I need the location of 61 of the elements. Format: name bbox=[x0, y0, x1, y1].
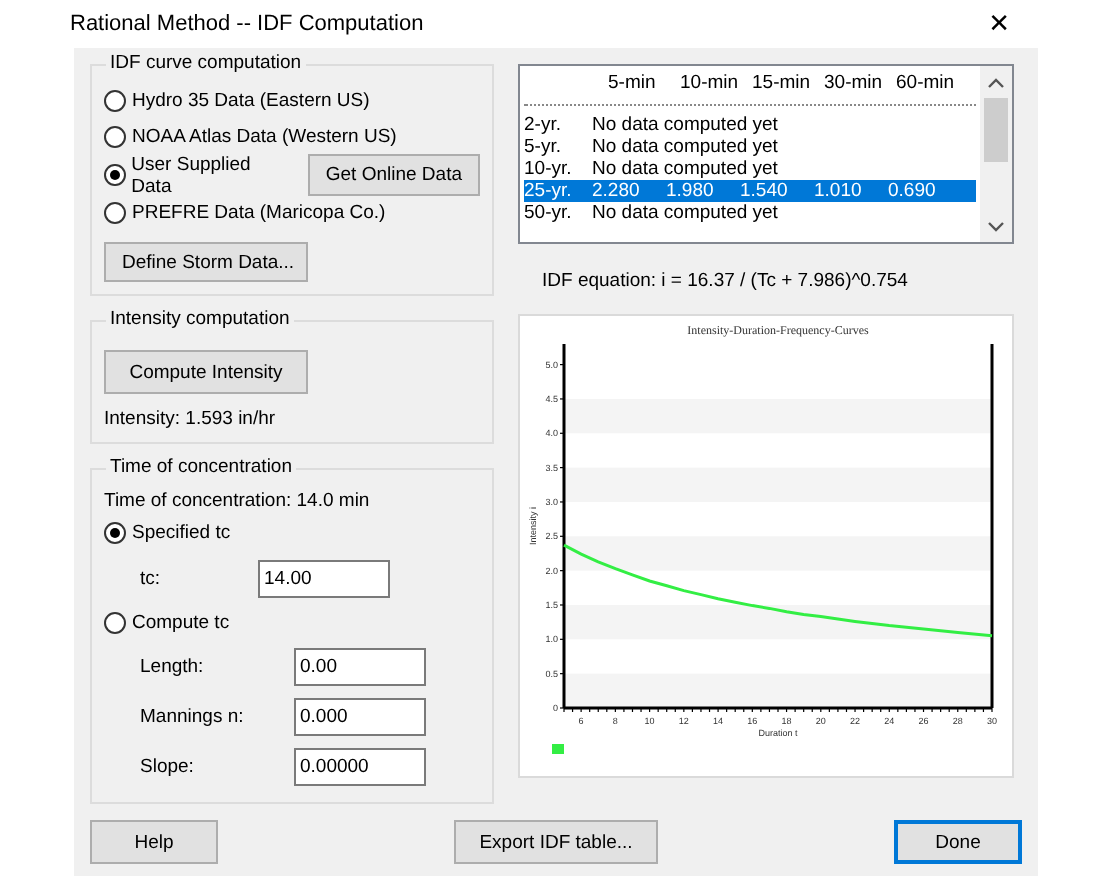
field-label: Length: bbox=[140, 655, 206, 678]
column-header: 5-min bbox=[608, 72, 658, 94]
list-row[interactable]: 50-yr. No data computed yet bbox=[524, 202, 976, 224]
row-note: No data computed yet bbox=[592, 202, 778, 224]
row-value: 1.540 bbox=[740, 180, 790, 202]
radio-label[interactable]: PREFRE Data (Maricopa Co.) bbox=[132, 202, 386, 225]
input-field[interactable]: 0.00000 bbox=[294, 748, 426, 787]
row-value: 0.690 bbox=[888, 180, 938, 202]
radio-label[interactable]: User Supplied Data bbox=[131, 153, 290, 198]
row-label: 25-yr. bbox=[524, 180, 574, 202]
row-value: 2.280 bbox=[592, 180, 642, 202]
field-label: tc: bbox=[140, 567, 163, 589]
input-field[interactable]: 14.00 bbox=[258, 559, 390, 597]
group-title: Intensity computation bbox=[106, 308, 294, 330]
column-header: 30-min bbox=[824, 72, 885, 94]
row-note: No data computed yet bbox=[592, 136, 778, 158]
input-field[interactable]: 0.00 bbox=[294, 647, 426, 686]
row-note: No data computed yet bbox=[592, 114, 778, 136]
radio-label[interactable]: Hydro 35 Data (Eastern US) bbox=[132, 90, 370, 113]
row-label: 50-yr. bbox=[524, 202, 574, 224]
intensity-result: Intensity: 1.593 in/hr bbox=[104, 408, 278, 430]
row-label: 2-yr. bbox=[524, 114, 563, 136]
row-value: 1.980 bbox=[666, 180, 716, 202]
group-title: IDF curve computation bbox=[106, 52, 306, 74]
column-header: 10-min bbox=[680, 72, 741, 94]
radio-button[interactable] bbox=[104, 164, 126, 187]
tc-summary: Time of concentration: 14.0 min bbox=[104, 490, 372, 512]
radio-button[interactable] bbox=[104, 90, 126, 113]
radio-button[interactable] bbox=[104, 126, 126, 149]
radio-button[interactable] bbox=[104, 611, 126, 634]
get-online-data-button[interactable]: Get Online Data bbox=[307, 154, 480, 197]
define-storm-data-button[interactable]: Define Storm Data... bbox=[104, 242, 308, 282]
idf-table-list[interactable]: 5-min 10-min 15-min 30-min 60-min 2-yr. No data computed yet 5-yr. No data computed yet 10-yr. No data computed yet 25-yr. 2.280 1.980 1.540 1.010 0.690 50-yr. No data computed yet bbox=[518, 64, 1014, 244]
legend-swatch-icon bbox=[552, 744, 564, 754]
list-row[interactable]: 10-yr. No data computed yet bbox=[524, 158, 976, 180]
list-row[interactable]: 5-yr. No data computed yet bbox=[524, 136, 976, 158]
scrollbar-thumb[interactable] bbox=[984, 98, 1008, 162]
row-note: No data computed yet bbox=[592, 158, 778, 180]
radio-label[interactable]: Compute tc bbox=[132, 611, 230, 634]
dialog-button[interactable]: Done bbox=[894, 820, 1022, 864]
input-field[interactable]: 0.000 bbox=[294, 698, 426, 737]
radio-label[interactable]: NOAA Atlas Data (Western US) bbox=[132, 126, 397, 149]
close-button[interactable]: ✕ bbox=[980, 9, 1018, 39]
radio-label[interactable]: Specified tc bbox=[132, 522, 231, 545]
idf-equation: IDF equation: i = 16.37 / (Tc + 7.986)^0.754 bbox=[542, 270, 910, 296]
window-title: Rational Method -- IDF Computation bbox=[70, 12, 424, 36]
group-title: Time of concentration bbox=[106, 456, 296, 478]
list-row[interactable]: 2-yr. No data computed yet bbox=[524, 114, 976, 136]
row-value: 1.010 bbox=[814, 180, 864, 202]
compute-intensity-button[interactable]: Compute Intensity bbox=[104, 350, 308, 394]
field-label: Slope: bbox=[140, 756, 196, 779]
list-row[interactable]: 25-yr. 2.280 1.980 1.540 1.010 0.690 bbox=[524, 180, 976, 202]
radio-button[interactable] bbox=[104, 522, 126, 545]
row-label: 5-yr. bbox=[524, 136, 563, 158]
radio-button[interactable] bbox=[104, 202, 126, 225]
dialog-button[interactable]: Export IDF table... bbox=[454, 820, 658, 864]
column-header: 15-min bbox=[752, 72, 813, 94]
field-label: Mannings n: bbox=[140, 706, 246, 729]
column-header: 60-min bbox=[896, 72, 957, 94]
dialog-button[interactable]: Help bbox=[90, 820, 218, 864]
row-label: 10-yr. bbox=[524, 158, 574, 180]
